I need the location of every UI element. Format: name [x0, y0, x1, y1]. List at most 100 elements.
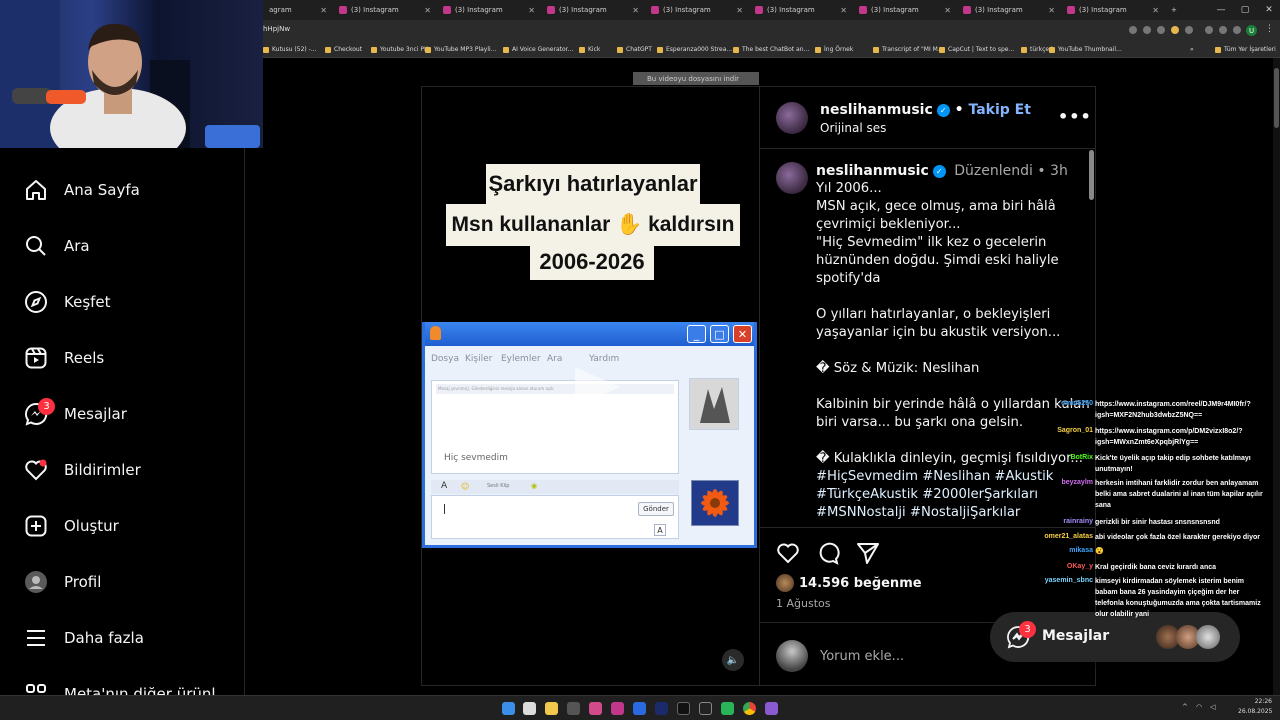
chat-username[interactable]: OKay_y — [1000, 563, 1093, 570]
hashtag-line[interactable]: #MSNNostalji #NostaljiŞarkılar — [816, 504, 1020, 522]
follow-button[interactable]: Takip Et — [968, 102, 1030, 118]
emoticon-icon[interactable]: ☺ — [461, 482, 469, 491]
bookmark-item[interactable]: Checkout — [325, 46, 362, 53]
author-username[interactable]: neslihanmusic — [816, 163, 929, 179]
speaker-icon[interactable]: ◁ — [1210, 703, 1215, 711]
task-view-icon[interactable] — [523, 702, 536, 715]
download-video-hint[interactable]: Bu videoyu dosyasını indir — [633, 72, 759, 85]
chrome-icon[interactable] — [743, 702, 756, 715]
minimize-window-button[interactable]: — — [1210, 0, 1232, 20]
taskbar-app-icon[interactable] — [567, 702, 580, 715]
hashtag-line[interactable]: #TürkçeAkustik #2000lerŞarkıları — [816, 486, 1038, 504]
chat-username[interactable]: emin5260 — [1000, 400, 1093, 407]
browser-tab[interactable]: (3) Instagram ✕ — [957, 0, 1061, 20]
clock-time[interactable]: 22:26 — [1238, 698, 1272, 705]
windows-start-icon[interactable] — [502, 702, 515, 715]
close-tab-icon[interactable]: ✕ — [320, 6, 327, 15]
close-icon[interactable]: ✕ — [733, 325, 752, 343]
taskbar-app-icon[interactable] — [765, 702, 778, 715]
all-bookmarks-button[interactable]: Tüm Yer İşaretleri — [1215, 46, 1276, 53]
close-window-button[interactable]: ✕ — [1258, 0, 1280, 20]
page-scrollbar-thumb[interactable] — [1274, 68, 1279, 128]
voice-clip-button[interactable]: Sesli Klip — [487, 483, 509, 489]
bookmark-item[interactable]: Kick — [579, 46, 600, 53]
author-avatar[interactable] — [776, 162, 808, 194]
author-username[interactable]: neslihanmusic — [820, 102, 933, 118]
sidebar-item-bildirimler[interactable]: Bildirimler — [24, 455, 141, 485]
browser-tab[interactable]: (3) Instagram ✕ — [437, 0, 541, 20]
browser-tab[interactable]: (3) Instagram ✕ — [645, 0, 749, 20]
extension-icon[interactable] — [1129, 26, 1137, 34]
extension-icon[interactable] — [1185, 26, 1193, 34]
sidebar-item-mesajlar[interactable]: 3 Mesajlar — [24, 398, 127, 429]
kebab-menu-icon[interactable]: ⋮ — [1265, 24, 1274, 34]
font-icon[interactable]: A — [441, 481, 447, 491]
msn-menu-item[interactable]: Eylemler — [501, 354, 541, 364]
share-icon[interactable] — [856, 541, 880, 565]
like-heart-icon[interactable] — [776, 541, 800, 565]
browser-tab[interactable]: (3) Instagram ✕ — [1061, 0, 1165, 20]
chat-username[interactable]: BotRix — [1000, 454, 1093, 461]
font-size-icon[interactable]: A — [654, 524, 666, 536]
tray-chevron-icon[interactable]: ^ — [1182, 703, 1188, 711]
chat-username[interactable]: Sagron_01 — [1000, 427, 1093, 434]
browser-tab[interactable]: agram ✕ — [263, 0, 333, 20]
extension-icon[interactable] — [1219, 26, 1227, 34]
sidebar-item-ana-sayfa[interactable]: Ana Sayfa — [24, 175, 140, 205]
sidebar-item-ara[interactable]: Ara — [24, 231, 90, 261]
bookmark-item[interactable]: Youtube 3nci PK — [371, 46, 428, 53]
instagram-icon[interactable] — [611, 702, 624, 715]
msn-menu-item[interactable]: Dosya — [431, 354, 459, 364]
bookmark-item[interactable]: AI Voice Generator... — [503, 46, 573, 53]
browser-tab[interactable]: (3) Instagram ✕ — [541, 0, 645, 20]
close-tab-icon[interactable]: ✕ — [1048, 6, 1055, 15]
chat-username[interactable]: mikasa — [1000, 547, 1093, 554]
msn-message-input[interactable]: Gönder A — [431, 495, 679, 539]
photoshop-icon[interactable] — [655, 702, 668, 715]
bookmark-star-icon[interactable] — [1171, 26, 1179, 34]
chat-username[interactable]: yasemin_sbnc — [1000, 577, 1093, 584]
taskbar-app-icon[interactable] — [721, 702, 734, 715]
close-tab-icon[interactable]: ✕ — [632, 6, 639, 15]
volume-icon[interactable]: 🔈 — [722, 649, 744, 671]
sidebar-item-reels[interactable]: Reels — [24, 343, 104, 373]
likes-count[interactable]: 14.596 beğenme — [799, 576, 922, 591]
browser-tab[interactable]: (3) Instagram ✕ — [853, 0, 957, 20]
bookmark-item[interactable]: Kutusu (52) -... — [263, 46, 317, 53]
comment-icon[interactable] — [816, 541, 840, 565]
close-tab-icon[interactable]: ✕ — [1152, 6, 1159, 15]
profile-avatar-button[interactable]: U — [1246, 25, 1257, 36]
sidebar-item-profil[interactable]: Profil — [24, 567, 101, 597]
capcut-icon[interactable] — [699, 702, 712, 715]
taskbar-app-icon[interactable] — [633, 702, 646, 715]
caption-scrollbar[interactable] — [1089, 150, 1094, 200]
file-explorer-icon[interactable] — [545, 702, 558, 715]
sidebar-item-oluştur[interactable]: Oluştur — [24, 511, 119, 541]
new-tab-button[interactable]: + — [1165, 0, 1185, 20]
sidebar-item-daha-fazla[interactable]: Daha fazla — [24, 623, 144, 653]
maximize-icon[interactable]: □ — [710, 325, 729, 343]
bookmark-item[interactable]: YouTube Thumbnail... — [1049, 46, 1122, 53]
audio-label[interactable]: Orijinal ses — [820, 121, 886, 135]
close-tab-icon[interactable]: ✕ — [736, 6, 743, 15]
close-tab-icon[interactable]: ✕ — [840, 6, 847, 15]
send-button[interactable]: Gönder — [638, 502, 674, 516]
chat-username[interactable]: omer21_alatas — [1000, 533, 1093, 540]
bookmark-item[interactable]: ChatGPT — [617, 46, 652, 53]
bookmark-item[interactable]: Transcript of "MI M... — [873, 46, 944, 53]
wink-icon[interactable]: ◉ — [531, 482, 537, 490]
address-bar-url[interactable]: hHpjNw — [263, 25, 290, 33]
wifi-icon[interactable]: ◠ — [1196, 703, 1202, 711]
sidebar-item-keşfet[interactable]: Keşfet — [24, 287, 111, 317]
extension-icon[interactable] — [1205, 26, 1213, 34]
close-tab-icon[interactable]: ✕ — [944, 6, 951, 15]
more-options-icon[interactable]: ••• — [1058, 107, 1092, 126]
comment-input[interactable]: Yorum ekle... — [820, 649, 904, 664]
extension-icon[interactable] — [1233, 26, 1241, 34]
bookmark-item[interactable]: The best ChatBot an... — [733, 46, 809, 53]
chat-username[interactable]: rainrainy — [1000, 518, 1093, 525]
share-icon[interactable] — [1157, 26, 1165, 34]
author-avatar[interactable] — [776, 102, 808, 134]
minimize-icon[interactable]: _ — [687, 325, 706, 343]
browser-tab[interactable]: (3) Instagram ✕ — [749, 0, 853, 20]
